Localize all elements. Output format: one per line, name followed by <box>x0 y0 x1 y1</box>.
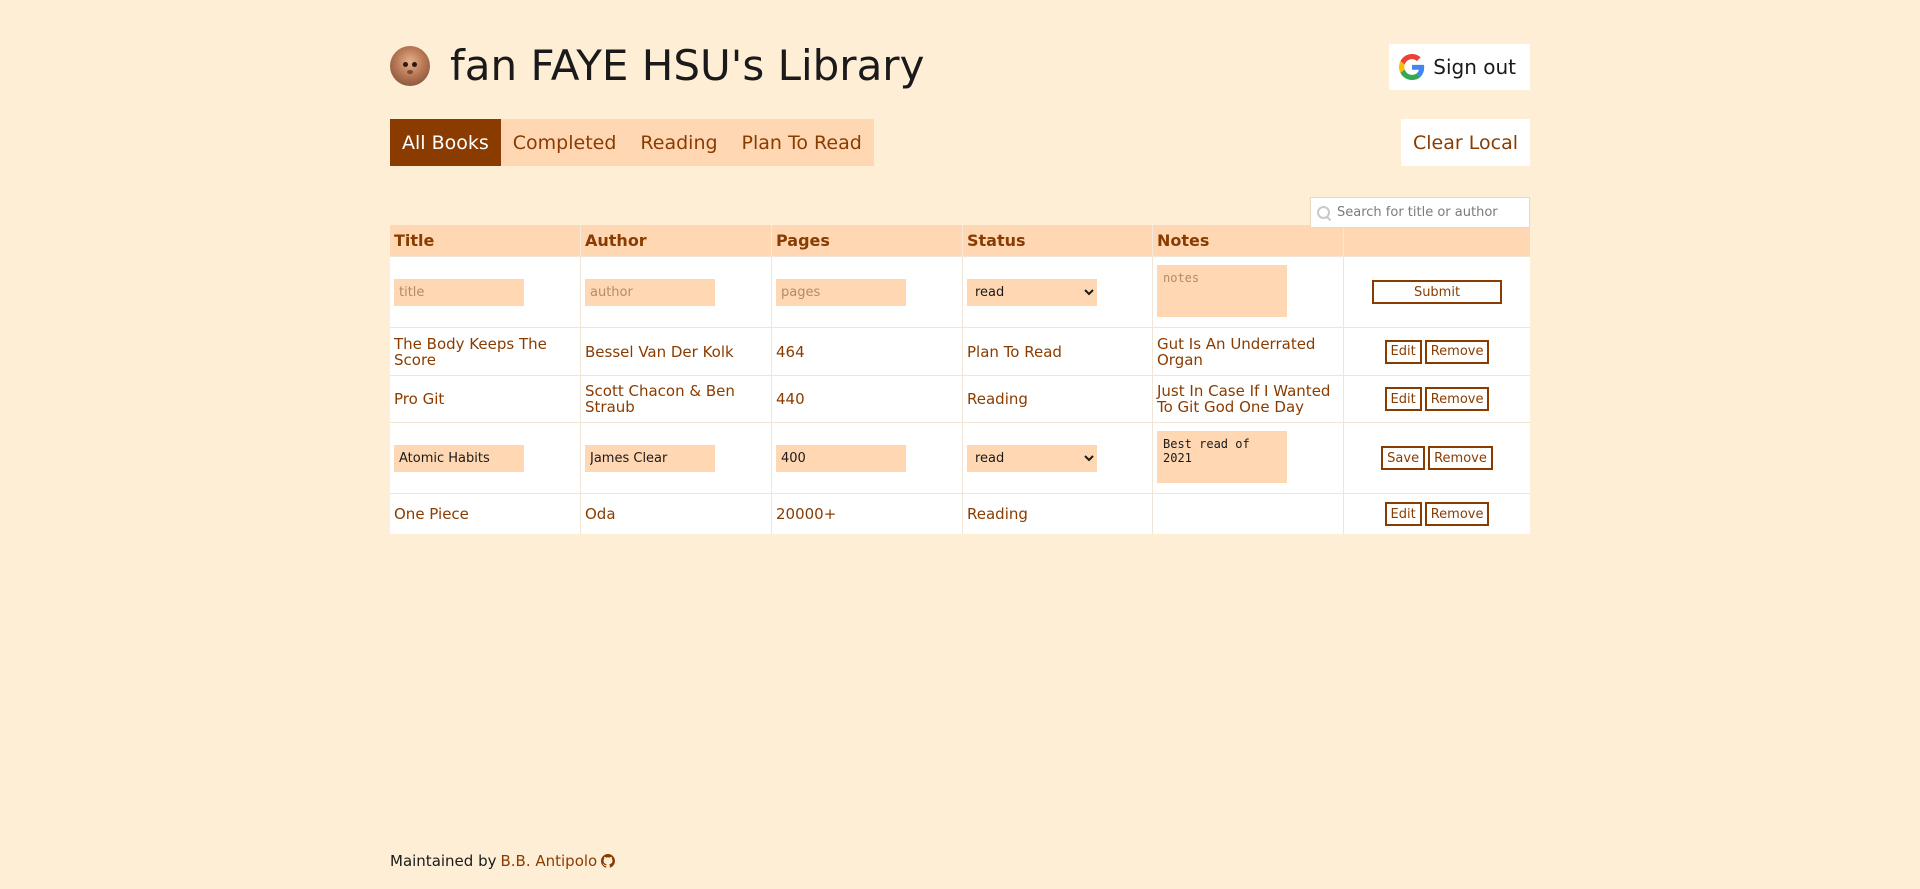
edit-title-input[interactable] <box>394 444 524 472</box>
remove-button[interactable]: Remove <box>1428 446 1493 470</box>
footer: Maintained by B.B. Antipolo <box>390 852 616 870</box>
tab-reading[interactable]: Reading <box>628 119 729 166</box>
book-status: Plan To Read <box>962 327 1153 376</box>
user-avatar-icon <box>390 46 430 86</box>
book-pages: 20000+ <box>771 493 963 534</box>
page-title: fan FAYE HSU's Library <box>450 41 925 90</box>
book-author: Scott Chacon & Ben Straub <box>580 375 772 423</box>
book-notes: Just In Case If I Wanted To Git God One … <box>1152 375 1344 423</box>
search-input[interactable] <box>1335 204 1529 221</box>
row-actions: Save Remove <box>1343 422 1530 494</box>
author-link[interactable]: B.B. Antipolo <box>500 852 597 870</box>
new-notes-input[interactable] <box>1157 264 1287 317</box>
book-pages: 440 <box>771 375 963 423</box>
row-actions: Edit Remove <box>1343 375 1530 423</box>
sign-out-button[interactable]: Sign out <box>1389 44 1530 90</box>
footer-prefix: Maintained by <box>390 852 497 870</box>
new-pages-input[interactable] <box>776 278 906 306</box>
book-pages: 464 <box>771 327 963 376</box>
tab-all-books[interactable]: All Books <box>390 119 501 166</box>
book-notes: Gut Is An Underrated Organ <box>1152 327 1344 376</box>
book-title: One Piece <box>390 493 581 534</box>
book-author: Oda <box>580 493 772 534</box>
edit-button[interactable]: Edit <box>1384 387 1422 411</box>
new-book-row: read Submit <box>390 256 1530 328</box>
remove-button[interactable]: Remove <box>1424 387 1490 411</box>
app-container: fan FAYE HSU's Library Sign out All Book… <box>390 0 1530 534</box>
editing-row: read Best read of 2021 SaveRemove <box>390 422 1530 494</box>
search-icon <box>1317 205 1332 221</box>
row-actions: Edit Remove <box>1343 327 1530 376</box>
header: fan FAYE HSU's Library Sign out <box>390 0 1530 110</box>
new-title-input[interactable] <box>394 278 524 306</box>
table-row: Pro Git Scott Chacon & Ben Straub 440 Re… <box>390 375 1530 423</box>
submit-button[interactable]: Submit <box>1372 280 1502 304</box>
sign-out-label: Sign out <box>1433 55 1516 79</box>
save-button[interactable]: Save <box>1381 446 1426 470</box>
tab-plan-to-read[interactable]: Plan To Read <box>730 119 874 166</box>
book-status: Reading <box>962 493 1153 534</box>
tab-bar: All Books Completed Reading Plan To Read… <box>390 119 1530 167</box>
books-table: Title Author Pages Status Notes read Sub… <box>390 225 1530 534</box>
edit-button[interactable]: Edit <box>1384 339 1422 364</box>
edit-notes-input[interactable]: Best read of 2021 <box>1157 430 1287 483</box>
remove-button[interactable]: Remove <box>1424 502 1490 526</box>
github-icon[interactable] <box>601 854 616 868</box>
new-author-input[interactable] <box>585 278 715 306</box>
edit-status-select[interactable]: read <box>967 444 1097 472</box>
tab-completed[interactable]: Completed <box>501 119 629 166</box>
clear-local-button[interactable]: Clear Local <box>1401 119 1530 166</box>
search-box <box>1310 197 1530 228</box>
book-status: Reading <box>962 375 1153 423</box>
google-icon <box>1399 54 1425 80</box>
edit-pages-input[interactable] <box>776 444 906 472</box>
edit-author-input[interactable] <box>585 444 715 472</box>
book-title: Pro Git <box>390 375 581 423</box>
search-area <box>390 197 1530 237</box>
remove-button[interactable]: Remove <box>1424 339 1490 364</box>
edit-button[interactable]: Edit <box>1384 502 1422 526</box>
book-title: The Body Keeps The Score <box>390 327 581 376</box>
book-author: Bessel Van Der Kolk <box>580 327 772 376</box>
row-actions: Edit Remove <box>1343 493 1530 534</box>
status-tabs: All Books Completed Reading Plan To Read <box>390 119 874 166</box>
new-status-select[interactable]: read <box>967 278 1097 306</box>
book-notes <box>1152 493 1344 534</box>
table-row: The Body Keeps The Score Bessel Van Der … <box>390 327 1530 376</box>
table-row: One Piece Oda 20000+ Reading Edit Remove <box>390 493 1530 534</box>
